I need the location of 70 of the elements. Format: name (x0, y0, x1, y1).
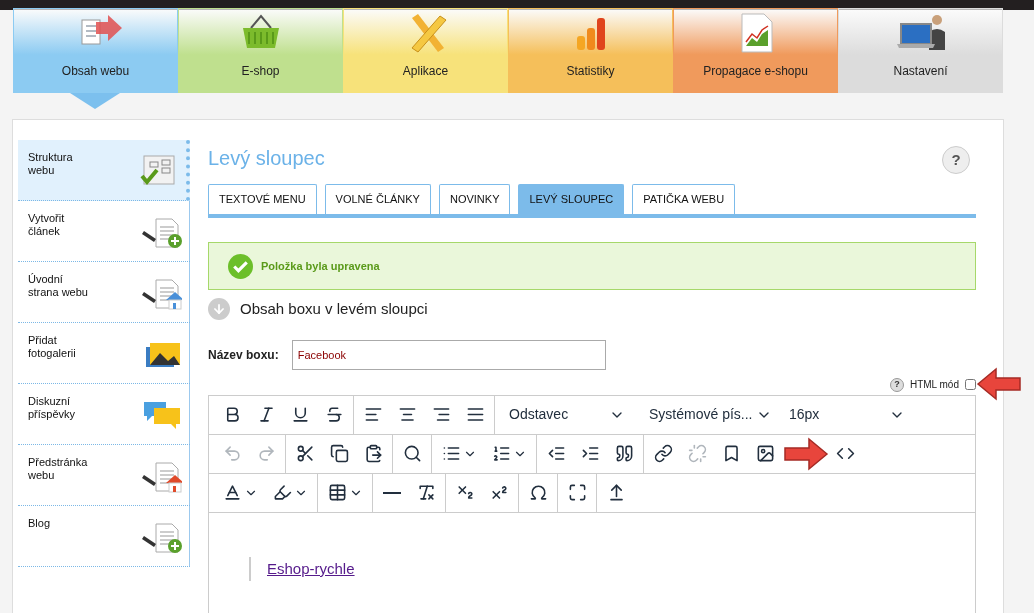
help-button[interactable]: ? (942, 146, 970, 174)
quote-icon (614, 444, 634, 463)
underline-icon (290, 405, 310, 424)
strikethrough-icon (324, 405, 344, 424)
highlighter-icon (272, 483, 292, 502)
sidebar-item[interactable]: Blog (18, 506, 190, 567)
align-left-icon (363, 405, 383, 424)
format-dropdown[interactable]: Systémové pís... (637, 395, 777, 434)
clear-format-icon (416, 483, 436, 502)
help-badge[interactable]: ? (889, 377, 904, 392)
content-link[interactable]: Eshop-rychle (267, 559, 355, 577)
check-circle-icon (228, 253, 253, 279)
html-mode-checkbox[interactable] (965, 379, 976, 390)
document-add-icon (142, 520, 182, 554)
box-name-input[interactable]: Facebook (291, 339, 606, 370)
scissors-icon (295, 444, 315, 463)
section-tab[interactable]: LEVÝ SLOUPEC (518, 184, 625, 214)
horizontal-rule-icon (383, 491, 401, 494)
bullet-list-icon (441, 444, 461, 463)
arrow-annotation (976, 366, 1022, 401)
section-tab[interactable]: VOLNÉ ČLÁNKY (324, 184, 431, 214)
align-right-icon (431, 405, 451, 424)
text-color-icon (222, 483, 242, 502)
image-icon (755, 444, 775, 463)
nav-tab[interactable]: Propagace e-shopu (673, 8, 838, 93)
subscript-icon (455, 483, 475, 502)
unlink-icon (687, 444, 707, 463)
format-dropdown[interactable]: Odstavec (497, 395, 637, 434)
document-add-icon (142, 215, 182, 249)
indent-icon (580, 444, 600, 463)
undo-icon (222, 444, 242, 463)
nav-tab[interactable]: Obsah webu (13, 8, 178, 93)
omega-icon (528, 483, 548, 502)
paste-icon (363, 444, 383, 463)
section-tab[interactable]: TEXTOVÉ MENU (208, 184, 317, 214)
redo-icon (256, 444, 276, 463)
arrow-annotation (783, 436, 829, 471)
search-icon (402, 444, 422, 463)
document-house-icon (142, 459, 182, 493)
nav-tab[interactable]: Statistiky (508, 8, 673, 93)
nav-tab[interactable]: Nastavení (838, 8, 1003, 93)
sidebar-item[interactable]: Přidat fotogalerii (18, 323, 190, 384)
field-label: Název boxu: (208, 346, 279, 364)
sidebar-item[interactable]: Struktura webu (18, 140, 190, 201)
sidebar-item[interactable]: Vytvořit článek (18, 201, 190, 262)
link-icon (653, 444, 673, 463)
sidebar-item[interactable]: Úvodní strana webu (18, 262, 190, 323)
document-house-icon (142, 276, 182, 310)
page-title: Levý sloupec (208, 146, 325, 171)
collapse-toggle-icon[interactable] (208, 298, 230, 321)
sitemap-check-icon (138, 154, 178, 188)
numbered-list-icon (491, 444, 511, 463)
align-center-icon (397, 405, 417, 424)
superscript-icon (489, 483, 509, 502)
table-icon (327, 483, 347, 502)
sidebar-item[interactable]: Předstránka webu (18, 445, 190, 506)
outdent-icon (546, 444, 566, 463)
fullscreen-icon (567, 483, 587, 502)
nav-tab[interactable]: E-shop (178, 8, 343, 93)
success-alert: Položka byla upravena (208, 242, 976, 290)
section-tab[interactable]: PATIČKA WEBU (632, 184, 736, 214)
format-dropdown[interactable]: 16px (777, 395, 917, 434)
html-mode-label: HTML mód (909, 378, 959, 392)
section-heading: Obsah boxu v levém sloupci (240, 299, 428, 319)
sidebar-item[interactable]: Diskuzní příspěvky (18, 384, 190, 445)
copy-icon (329, 444, 349, 463)
nav-tab[interactable]: Aplikace (343, 8, 508, 93)
selected-tab-pointer (70, 93, 120, 109)
justify-icon (465, 405, 485, 424)
section-tab[interactable]: NOVINKY (438, 184, 511, 214)
